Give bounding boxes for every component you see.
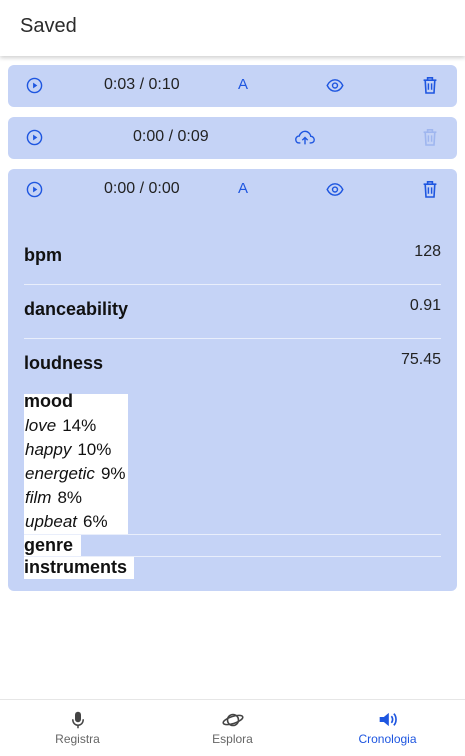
metric-value: 0.91 <box>409 297 441 314</box>
recording-card: 0:03 / 0:10 A <box>8 65 457 107</box>
mood-percent: 8% <box>57 488 83 507</box>
speaker-icon <box>378 711 398 728</box>
eye-icon[interactable] <box>326 77 344 94</box>
trash-icon[interactable] <box>422 180 438 198</box>
planet-icon <box>222 711 244 729</box>
auto-badge[interactable]: A <box>238 180 248 197</box>
player-row: 0:00 / 0:00 A <box>8 169 457 211</box>
genre-row: genre <box>24 534 441 557</box>
instruments-row: instruments <box>24 556 441 579</box>
mood-item: film 8% <box>25 488 82 508</box>
player-row: 0:03 / 0:10 A <box>8 65 457 107</box>
metric-danceability: danceability 0.91 <box>24 285 441 339</box>
mood-percent: 10% <box>77 440 112 459</box>
mood-label: happy <box>25 440 72 459</box>
metric-bpm: bpm 128 <box>24 231 441 285</box>
mood-label: film <box>25 488 52 507</box>
metric-label: danceability <box>24 299 129 319</box>
playback-time: 0:00 / 0:09 <box>133 128 209 145</box>
app: Saved 0:03 / 0:10 A 0:00 / 0:09 0:00 / 0… <box>0 0 465 756</box>
trash-icon[interactable] <box>422 76 438 94</box>
mood-label: upbeat <box>25 512 77 531</box>
mood-percent: 14% <box>62 416 97 435</box>
mood-item: love 14% <box>25 416 96 436</box>
play-icon[interactable] <box>26 181 43 198</box>
mood-item: happy 10% <box>25 440 111 460</box>
recording-card-expanded: 0:00 / 0:00 A bpm 128 danceability 0.91 … <box>8 169 457 591</box>
recording-card: 0:00 / 0:09 <box>8 117 457 159</box>
nav-label: Cronologia <box>358 732 417 746</box>
nav-item-registra[interactable]: Registra <box>0 700 155 756</box>
metric-label: loudness <box>24 353 104 373</box>
mood-label: energetic <box>25 464 95 483</box>
playback-time: 0:03 / 0:10 <box>104 76 180 93</box>
metric-label: bpm <box>24 245 62 265</box>
genre-label: genre <box>24 535 74 555</box>
mood-title: mood <box>24 391 73 411</box>
play-icon[interactable] <box>26 129 43 146</box>
trash-icon <box>422 128 438 146</box>
mood-label: love <box>25 416 57 435</box>
nav-label: Esplora <box>212 732 253 746</box>
top-bar: Saved <box>0 0 465 56</box>
microphone-icon <box>70 711 86 729</box>
bottom-nav: Registra Esplora Cronologia <box>0 699 465 756</box>
metric-value: 75.45 <box>400 351 441 368</box>
mood-item: upbeat 6% <box>25 512 108 532</box>
recordings-list: 0:03 / 0:10 A 0:00 / 0:09 0:00 / 0:00 A … <box>8 65 457 591</box>
eye-icon[interactable] <box>326 181 344 198</box>
auto-badge[interactable]: A <box>238 76 248 93</box>
play-icon[interactable] <box>26 77 43 94</box>
nav-item-cronologia[interactable]: Cronologia <box>310 700 465 756</box>
player-row: 0:00 / 0:09 <box>8 117 457 159</box>
playback-time: 0:00 / 0:00 <box>104 180 180 197</box>
instruments-label: instruments <box>24 557 128 577</box>
nav-item-esplora[interactable]: Esplora <box>155 700 310 756</box>
mood-percent: 6% <box>83 512 108 531</box>
mood-percent: 9% <box>100 464 126 483</box>
mood-item: energetic 9% <box>25 464 126 484</box>
nav-label: Registra <box>55 732 100 746</box>
metric-value: 128 <box>414 243 441 260</box>
metric-loudness: loudness 75.45 <box>24 339 441 393</box>
page-title: Saved <box>20 15 77 37</box>
cloud-upload-icon[interactable] <box>295 129 315 146</box>
